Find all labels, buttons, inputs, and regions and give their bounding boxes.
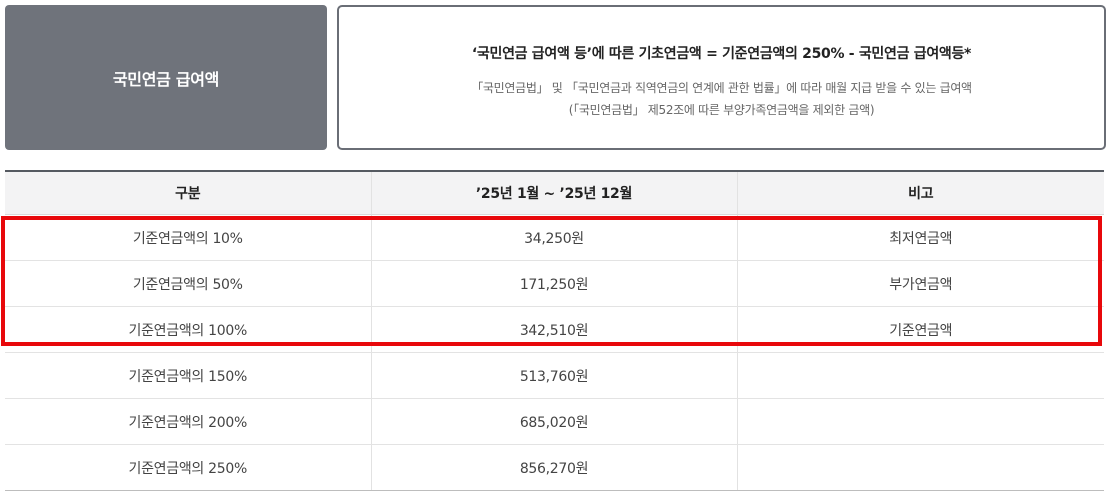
cell-amount: 34,250원 [371, 214, 738, 261]
cell-category: 기준연금액의 250% [5, 444, 372, 491]
cell-amount: 856,270원 [371, 444, 738, 491]
formula-main-text: ‘국민연금 급여액 등’에 따른 기초연금액 = 기준연금액의 250% - 국… [471, 46, 972, 62]
cell-note: 최저연금액 [737, 214, 1104, 261]
cell-note [737, 398, 1104, 445]
cell-note: 부가연금액 [737, 260, 1104, 307]
cell-category: 기준연금액의 10% [5, 214, 372, 261]
pension-label-box: 국민연금 급여액 [5, 5, 327, 150]
cell-amount: 513,760원 [371, 352, 738, 399]
pension-amount-table: 구분 ’25년 1월 ~ ’25년 12월 비고 기준연금액의 10% 34,2… [5, 170, 1104, 491]
header-note: 비고 [737, 170, 1104, 215]
table-row: 기준연금액의 250% 856,270원 [5, 444, 1104, 491]
formula-box: ‘국민연금 급여액 등’에 따른 기초연금액 = 기준연금액의 250% - 국… [337, 5, 1106, 150]
cell-note [737, 352, 1104, 399]
table-row: 기준연금액의 150% 513,760원 [5, 352, 1104, 399]
table-row: 기준연금액의 10% 34,250원 최저연금액 [5, 214, 1104, 261]
cell-amount: 171,250원 [371, 260, 738, 307]
table-row: 기준연금액의 200% 685,020원 [5, 398, 1104, 445]
cell-amount: 685,020원 [371, 398, 738, 445]
pension-label-title: 국민연금 급여액 [112, 69, 220, 89]
header-category: 구분 [5, 170, 372, 215]
cell-category: 기준연금액의 50% [5, 260, 372, 307]
formula-sub-text-1: 「국민연금법」 및 「국민연금과 직역연금의 연계에 관한 법률」에 따라 매월… [471, 81, 972, 95]
table-row: 기준연금액의 50% 171,250원 부가연금액 [5, 260, 1104, 307]
cell-amount: 342,510원 [371, 306, 738, 353]
table-row: 기준연금액의 100% 342,510원 기준연금액 [5, 306, 1104, 353]
formula-sub-text-2: (「국민연금법」 제52조에 따른 부양가족연금액을 제외한 금액) [568, 103, 875, 117]
cell-category: 기준연금액의 150% [5, 352, 372, 399]
cell-note: 기준연금액 [737, 306, 1104, 353]
cell-category: 기준연금액의 100% [5, 306, 372, 353]
table-header-row: 구분 ’25년 1월 ~ ’25년 12월 비고 [5, 170, 1104, 215]
cell-category: 기준연금액의 200% [5, 398, 372, 445]
cell-note [737, 444, 1104, 491]
header-period: ’25년 1월 ~ ’25년 12월 [371, 170, 738, 215]
